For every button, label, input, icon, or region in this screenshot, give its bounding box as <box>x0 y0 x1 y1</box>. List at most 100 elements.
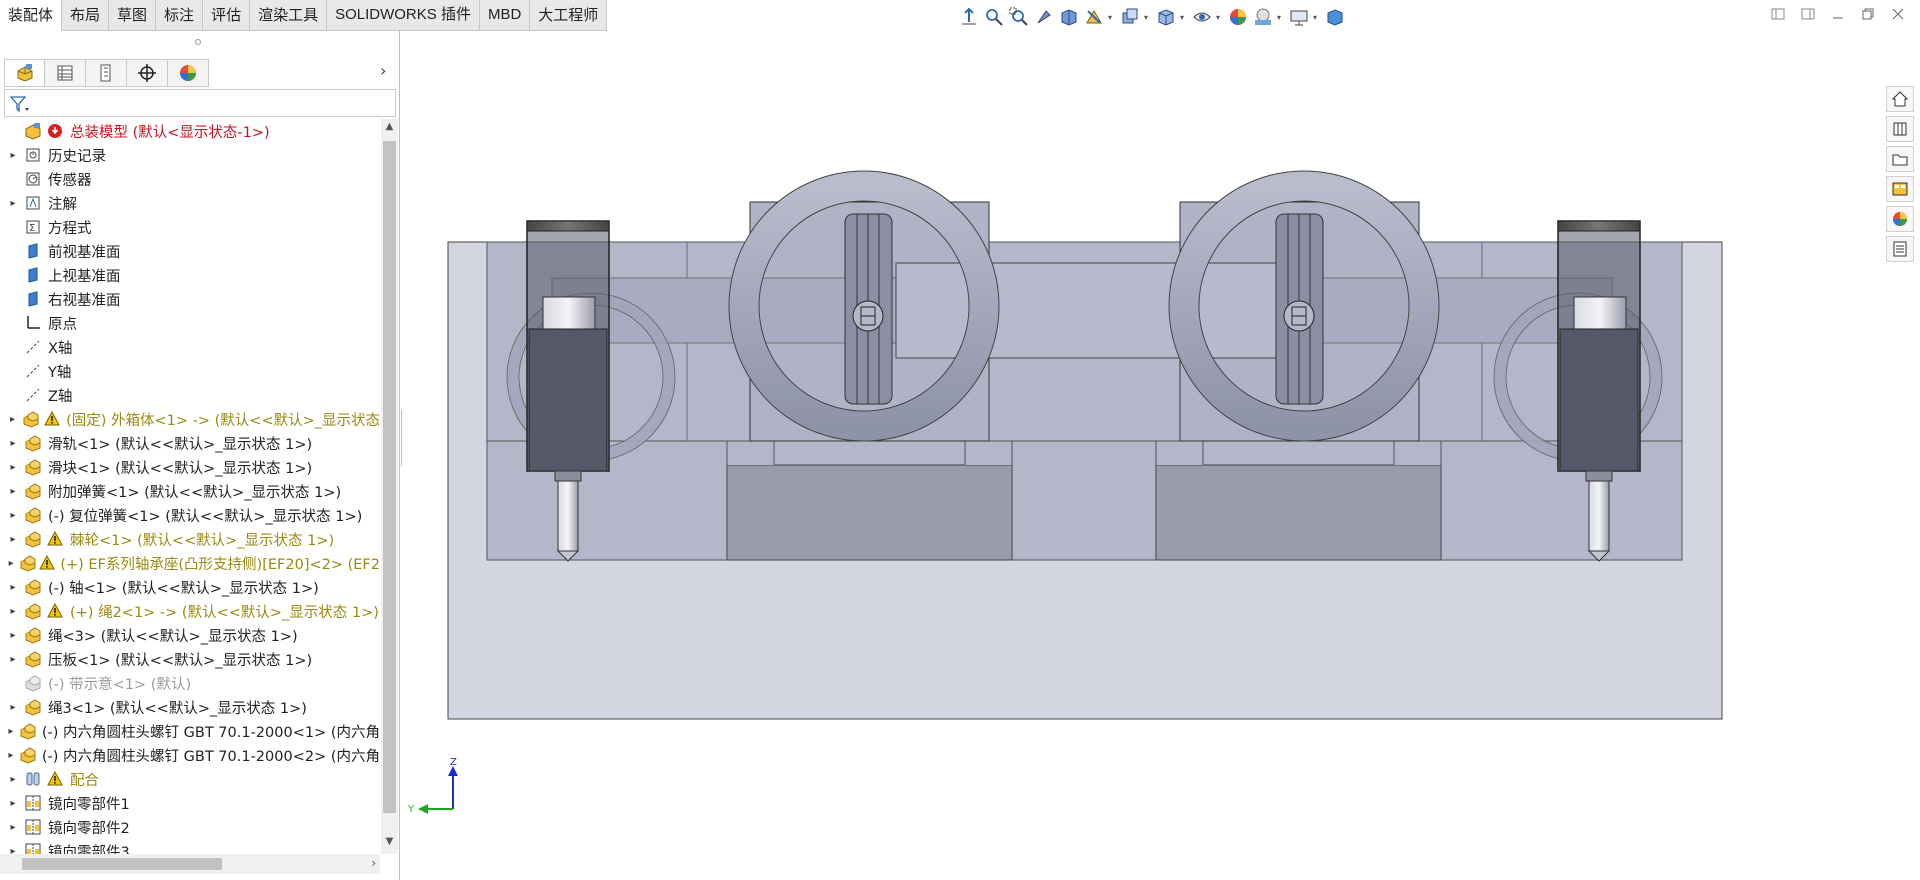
tree-item[interactable]: ▸ (-) 内六角圆柱头螺钉 GBT 70.1-2000<1> (内六角 <box>0 719 380 743</box>
dropdown-arrow-icon[interactable]: ▾ <box>1216 6 1224 28</box>
featuremanager-tab[interactable] <box>4 59 45 87</box>
ribbon-tab-6[interactable]: SOLIDWORKS 插件 <box>327 0 480 31</box>
previous-view-icon[interactable] <box>1033 6 1055 28</box>
expand-arrow-icon[interactable]: ▸ <box>7 750 15 761</box>
tree-item[interactable]: ▸ 注解 <box>0 191 380 215</box>
propertymanager-tab[interactable] <box>45 59 86 87</box>
view-orientation-menu-icon[interactable] <box>1119 6 1141 28</box>
dropdown-arrow-icon[interactable]: ▾ <box>1180 6 1188 28</box>
tree-item[interactable]: 传感器 <box>0 167 380 191</box>
tree-item[interactable]: ▸ 压板<1> (默认<<默认>_显示状态 1>) <box>0 647 380 671</box>
vertical-scroll-thumb[interactable] <box>383 141 396 813</box>
view-orientation-icon[interactable] <box>958 6 980 28</box>
close-icon[interactable] <box>1890 6 1906 22</box>
ribbon-tab-4[interactable]: 评估 <box>203 0 251 31</box>
expand-arrow-icon[interactable]: ▸ <box>7 582 19 593</box>
tree-item[interactable]: 原点 <box>0 311 380 335</box>
tree-item[interactable]: ▸ 绳<3> (默认<<默认>_显示状态 1>) <box>0 623 380 647</box>
dropdown-arrow-icon[interactable]: ▾ <box>1277 6 1285 28</box>
tree-horizontal-scrollbar[interactable]: › <box>0 854 380 874</box>
view-settings-icon[interactable] <box>1288 6 1310 28</box>
expand-arrow-icon[interactable]: ▸ <box>7 630 19 641</box>
apply-scene-icon[interactable] <box>1252 6 1274 28</box>
tree-item[interactable]: 前视基准面 <box>0 239 380 263</box>
tree-item[interactable]: ▸ 滑块<1> (默认<<默认>_显示状态 1>) <box>0 455 380 479</box>
tile-right-icon[interactable] <box>1800 6 1816 22</box>
expand-arrow-icon[interactable]: ▸ <box>7 462 19 473</box>
ribbon-tab-0[interactable]: 装配体 <box>0 0 63 31</box>
expand-arrow-icon[interactable]: ▸ <box>7 822 19 833</box>
minimize-icon[interactable] <box>1830 6 1846 22</box>
ribbon-tab-5[interactable]: 渲染工具 <box>250 0 328 31</box>
zoom-to-fit-icon[interactable] <box>983 6 1005 28</box>
tree-item[interactable]: 右视基准面 <box>0 287 380 311</box>
scroll-right-icon[interactable]: › <box>371 856 376 870</box>
restore-icon[interactable] <box>1860 6 1876 22</box>
scroll-up-icon[interactable]: ▲ <box>383 121 396 137</box>
dropdown-arrow-icon[interactable]: ▾ <box>1144 6 1152 28</box>
section-view-icon[interactable] <box>1058 6 1080 28</box>
design-library-icon[interactable] <box>1886 116 1914 142</box>
dimxpertmanager-tab[interactable] <box>127 59 168 87</box>
ribbon-tab-8[interactable]: 大工程师 <box>530 0 608 31</box>
tree-item[interactable]: ▸ 镜向零部件2 <box>0 815 380 839</box>
expand-arrow-icon[interactable]: ▸ <box>7 798 19 809</box>
tree-item[interactable]: ▸ 历史记录 <box>0 143 380 167</box>
expand-arrow-icon[interactable]: ▸ <box>7 438 19 449</box>
tree-item[interactable]: ▸ (-) 复位弹簧<1> (默认<<默认>_显示状态 1>) <box>0 503 380 527</box>
tree-filter-box[interactable] <box>4 89 396 117</box>
expand-arrow-icon[interactable]: ▸ <box>7 726 15 737</box>
expand-arrow-icon[interactable]: ▸ <box>7 534 19 545</box>
expand-arrow-icon[interactable]: ▸ <box>7 486 19 497</box>
displaymanager-tab[interactable] <box>168 59 209 87</box>
tree-item[interactable]: (-) 带示意<1> (默认) <box>0 671 380 695</box>
display-pane-icon[interactable] <box>1324 6 1346 28</box>
custom-properties-icon[interactable] <box>1886 236 1914 262</box>
assembly-model-view[interactable]: Z Y <box>402 31 1882 880</box>
ribbon-tab-1[interactable]: 布局 <box>62 0 110 31</box>
tree-item[interactable]: ▸ 绳3<1> (默认<<默认>_显示状态 1>) <box>0 695 380 719</box>
horizontal-scroll-thumb[interactable] <box>22 858 222 870</box>
dynamic-annotation-icon[interactable] <box>1083 6 1105 28</box>
tree-item[interactable]: Σ 方程式 <box>0 215 380 239</box>
tree-item[interactable]: ▸ (-) 内六角圆柱头螺钉 GBT 70.1-2000<2> (内六角 <box>0 743 380 767</box>
hide-show-icon[interactable] <box>1191 6 1213 28</box>
expand-arrow-icon[interactable]: ▸ <box>7 606 19 617</box>
tree-item[interactable]: ▸ 棘轮<1> (默认<<默认>_显示状态 1>) <box>0 527 380 551</box>
expand-arrow-icon[interactable]: ▸ <box>7 846 19 855</box>
tree-item[interactable]: ▸ (+) 绳2<1> -> (默认<<默认>_显示状态 1>) <box>0 599 380 623</box>
display-style-icon[interactable] <box>1155 6 1177 28</box>
scroll-down-icon[interactable]: ▼ <box>383 836 396 852</box>
tree-item[interactable]: ▸ 配合 <box>0 767 380 791</box>
tree-item[interactable]: X轴 <box>0 335 380 359</box>
panel-tabs-more-icon[interactable]: › <box>380 61 396 85</box>
tree-item[interactable]: ▸ 附加弹簧<1> (默认<<默认>_显示状态 1>) <box>0 479 380 503</box>
tree-item[interactable]: ▸ 镜向零部件3 <box>0 839 380 854</box>
expand-arrow-icon[interactable]: ▸ <box>7 702 19 713</box>
expand-arrow-icon[interactable]: ▸ <box>7 150 19 161</box>
expand-arrow-icon[interactable]: ▸ <box>7 654 19 665</box>
dropdown-arrow-icon[interactable]: ▾ <box>1313 6 1321 28</box>
graphics-area[interactable]: Z Y <box>402 31 1882 880</box>
expand-arrow-icon[interactable]: ▸ <box>7 558 15 569</box>
ribbon-tab-7[interactable]: MBD <box>479 0 531 31</box>
file-explorer-icon[interactable] <box>1886 146 1914 172</box>
ribbon-tab-2[interactable]: 草图 <box>109 0 157 31</box>
tree-item[interactable]: 上视基准面 <box>0 263 380 287</box>
configurationmanager-tab[interactable] <box>86 59 127 87</box>
expand-arrow-icon[interactable]: ▸ <box>7 774 19 785</box>
ribbon-tab-3[interactable]: 标注 <box>156 0 204 31</box>
tree-item[interactable]: ▸ 镜向零部件1 <box>0 791 380 815</box>
expand-arrow-icon[interactable]: ▸ <box>7 414 18 425</box>
dropdown-arrow-icon[interactable]: ▾ <box>1108 6 1116 28</box>
tree-item[interactable]: ▸ (固定) 外箱体<1> -> (默认<<默认>_显示状态 <box>0 407 380 431</box>
zoom-to-area-icon[interactable] <box>1008 6 1030 28</box>
tree-item[interactable]: Y轴 <box>0 359 380 383</box>
tree-item[interactable]: Z轴 <box>0 383 380 407</box>
solidworks-resources-icon[interactable] <box>1886 86 1914 112</box>
edit-appearance-icon[interactable] <box>1227 6 1249 28</box>
appearances-icon[interactable] <box>1886 206 1914 232</box>
tree-item[interactable]: ▸ (+) EF系列轴承座(凸形支持侧)[EF20]<2> (EF2 <box>0 551 380 575</box>
tree-item[interactable]: ▸ (-) 轴<1> (默认<<默认>_显示状态 1>) <box>0 575 380 599</box>
expand-arrow-icon[interactable]: ▸ <box>7 510 19 521</box>
